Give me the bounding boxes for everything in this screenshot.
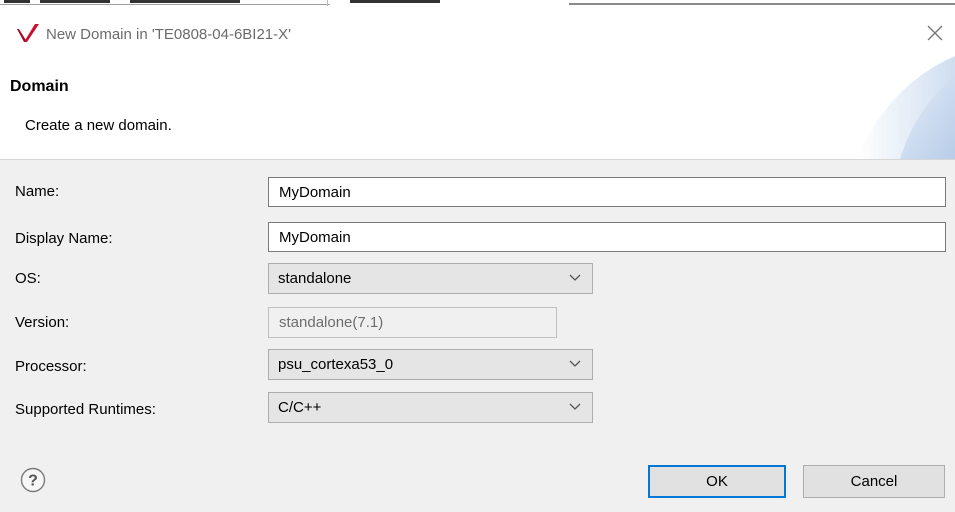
- page-description: Create a new domain.: [25, 117, 172, 134]
- background-text-fragment: [4, 0, 30, 3]
- version-label: Version:: [15, 314, 70, 331]
- background-text-fragment: [40, 0, 110, 3]
- processor-dropdown[interactable]: psu_cortexa53_0: [268, 349, 593, 380]
- os-dropdown[interactable]: standalone: [268, 263, 593, 294]
- wizard-banner: Domain Create a new domain.: [0, 56, 955, 159]
- vitis-logo-icon: [17, 24, 39, 42]
- runtimes-label: Supported Runtimes:: [15, 401, 156, 418]
- os-label: OS:: [15, 270, 41, 287]
- help-icon[interactable]: ?: [20, 467, 46, 493]
- version-field: standalone(7.1): [268, 307, 557, 338]
- form-panel: Name: Display Name: OS: standalone Versi…: [0, 159, 955, 512]
- chevron-down-icon: [569, 274, 581, 281]
- runtimes-selected-value: C/C++: [278, 399, 322, 416]
- background-divider: [0, 4, 330, 5]
- background-divider: [569, 3, 955, 5]
- os-selected-value: standalone: [278, 270, 352, 287]
- dialog-titlebar[interactable]: New Domain in 'TE0808-04-6BI21-X': [0, 6, 955, 56]
- chevron-down-icon: [569, 403, 581, 410]
- chevron-down-icon: [569, 360, 581, 367]
- display-name-label: Display Name:: [15, 230, 113, 247]
- name-input[interactable]: [268, 177, 946, 207]
- runtimes-dropdown[interactable]: C/C++: [268, 392, 593, 423]
- help-glyph: ?: [28, 473, 38, 490]
- close-icon[interactable]: [924, 22, 946, 44]
- processor-label: Processor:: [15, 358, 87, 375]
- processor-selected-value: psu_cortexa53_0: [278, 356, 394, 373]
- display-name-input[interactable]: [268, 222, 946, 252]
- name-label: Name:: [15, 183, 60, 200]
- cancel-button[interactable]: Cancel: [803, 465, 945, 498]
- page-title: Domain: [10, 78, 69, 95]
- background-text-fragment: [350, 0, 440, 3]
- background-text-fragment: [130, 0, 240, 3]
- ok-button[interactable]: OK: [648, 465, 786, 498]
- dialog-title: New Domain in 'TE0808-04-6BI21-X': [46, 26, 292, 43]
- banner-decoration-icon: [857, 56, 955, 159]
